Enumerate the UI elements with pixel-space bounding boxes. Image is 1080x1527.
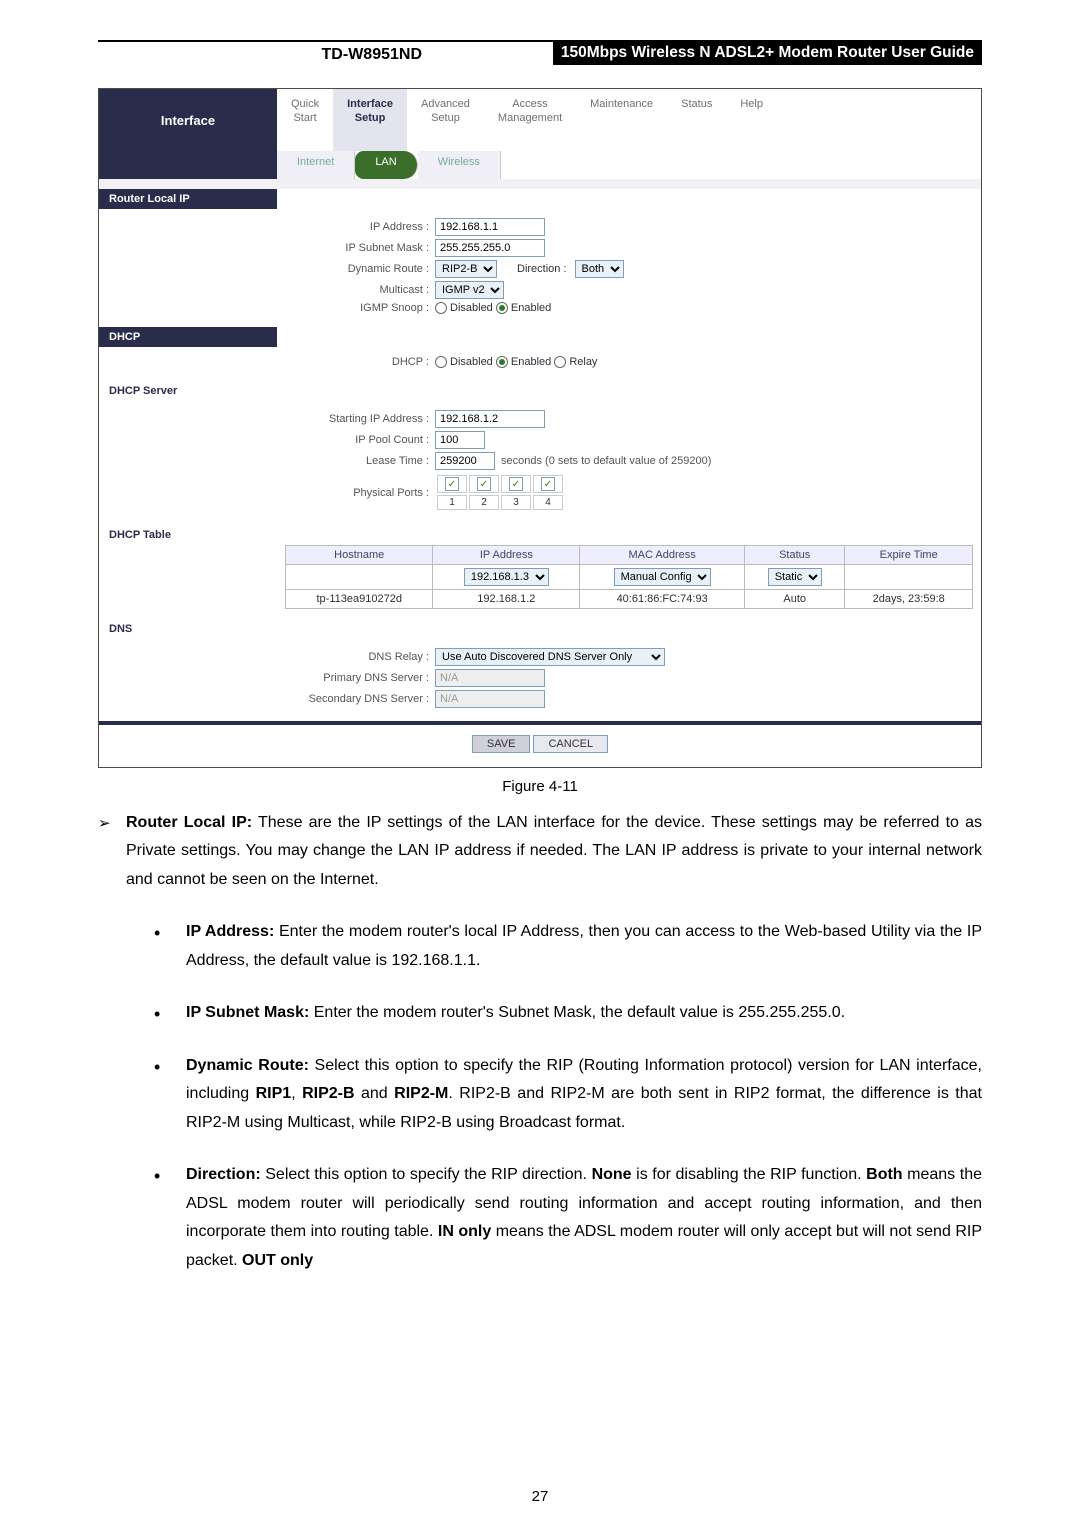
label-lease-time: Lease Time : [285, 455, 435, 467]
igmp-disabled-radio[interactable] [435, 302, 447, 314]
ip-address-input[interactable] [435, 218, 545, 236]
arrow-bullet-icon: ➢ [98, 809, 126, 904]
port4-checkbox[interactable]: ✓ [541, 477, 555, 491]
port2-checkbox[interactable]: ✓ [477, 477, 491, 491]
label-dynamic-route: Dynamic Route : [285, 263, 435, 275]
page-header-rule: TD-W8951ND 150Mbps Wireless N ADSL2+ Mod… [98, 40, 982, 42]
doc-title: 150Mbps Wireless N ADSL2+ Modem Router U… [553, 41, 982, 65]
label-physical-ports: Physical Ports : [285, 487, 435, 499]
label-secondary-dns: Secondary DNS Server : [285, 693, 435, 705]
tab-quick-start[interactable]: QuickStart [277, 89, 333, 151]
tab-help[interactable]: Help [726, 89, 777, 151]
dhcp-table: Hostname IP Address MAC Address Status E… [285, 545, 973, 609]
page-number: 27 [0, 1488, 1080, 1505]
primary-dns-input [435, 669, 545, 687]
multicast-select[interactable]: IGMP v2 [435, 281, 504, 299]
label-dns-relay: DNS Relay : [285, 651, 435, 663]
label-pool-count: IP Pool Count : [285, 434, 435, 446]
save-button[interactable]: SAVE [472, 735, 531, 753]
section-router-local-ip: Router Local IP [99, 189, 277, 209]
bullet-icon: • [154, 999, 186, 1037]
model-label: TD-W8951ND [322, 46, 422, 64]
secondary-dns-input [435, 690, 545, 708]
section-dns: DNS [99, 619, 277, 639]
dns-relay-select[interactable]: Use Auto Discovered DNS Server Only [435, 648, 665, 666]
ip-address-paragraph: IP Address: Enter the modem router's loc… [186, 918, 982, 975]
tab-maintenance[interactable]: Maintenance [576, 89, 667, 151]
port1-checkbox[interactable]: ✓ [445, 477, 459, 491]
igmp-enabled-radio[interactable] [496, 302, 508, 314]
subtab-lan[interactable]: LAN [355, 151, 417, 179]
col-mac: MAC Address [580, 546, 745, 565]
router-local-ip-paragraph: Router Local IP: These are the IP settin… [126, 809, 982, 894]
direction-select[interactable]: Both [575, 260, 624, 278]
tab-interface-setup[interactable]: InterfaceSetup [333, 89, 407, 151]
label-primary-dns: Primary DNS Server : [285, 672, 435, 684]
subnet-paragraph: IP Subnet Mask: Enter the modem router's… [186, 999, 845, 1027]
section-dhcp-table: DHCP Table [99, 525, 277, 545]
table-row: 192.168.1.3 Manual Config Static [286, 565, 973, 590]
start-ip-input[interactable] [435, 410, 545, 428]
subtab-internet[interactable]: Internet [277, 151, 355, 179]
bullet-icon: • [154, 918, 186, 985]
subtab-wireless[interactable]: Wireless [418, 151, 501, 179]
subnet-input[interactable] [435, 239, 545, 257]
dhcp-status-select[interactable]: Static [768, 568, 822, 586]
dynamic-route-paragraph: Dynamic Route: Select this option to spe… [186, 1052, 982, 1137]
label-dhcp: DHCP : [285, 356, 435, 368]
dynamic-route-select[interactable]: RIP2-B [435, 260, 497, 278]
label-direction: Direction : [517, 263, 567, 275]
label-ip-address: IP Address : [285, 221, 435, 233]
dhcp-relay-radio[interactable] [554, 356, 566, 368]
label-subnet: IP Subnet Mask : [285, 242, 435, 254]
col-ip: IP Address [433, 546, 580, 565]
pool-count-input[interactable] [435, 431, 485, 449]
figure-caption: Figure 4-11 [98, 778, 982, 795]
bullet-icon: • [154, 1161, 186, 1285]
physical-ports-table: ✓ ✓ ✓ ✓ 1234 [435, 473, 565, 512]
port3-checkbox[interactable]: ✓ [509, 477, 523, 491]
label-igmp-snoop: IGMP Snoop : [285, 302, 435, 314]
dhcp-enabled-radio[interactable] [496, 356, 508, 368]
cancel-button[interactable]: CANCEL [533, 735, 608, 753]
table-row: tp-113ea910272d 192.168.1.2 40:61:86:FC:… [286, 590, 973, 609]
col-hostname: Hostname [286, 546, 433, 565]
direction-paragraph: Direction: Select this option to specify… [186, 1161, 982, 1275]
tab-advanced-setup[interactable]: AdvancedSetup [407, 89, 484, 151]
nav-section-title: Interface [99, 89, 277, 151]
router-ui-screenshot: Interface QuickStart InterfaceSetup Adva… [98, 88, 982, 768]
tab-access-management[interactable]: AccessManagement [484, 89, 576, 151]
dhcp-disabled-radio[interactable] [435, 356, 447, 368]
col-status: Status [745, 546, 845, 565]
dhcp-mac-select[interactable]: Manual Config [614, 568, 711, 586]
tab-status[interactable]: Status [667, 89, 726, 151]
section-dhcp-server: DHCP Server [99, 381, 277, 401]
section-dhcp: DHCP [99, 327, 277, 347]
label-start-ip: Starting IP Address : [285, 413, 435, 425]
dhcp-ip-select[interactable]: 192.168.1.3 [464, 568, 549, 586]
bullet-icon: • [154, 1052, 186, 1147]
col-expire: Expire Time [845, 546, 973, 565]
lease-time-input[interactable] [435, 452, 495, 470]
label-multicast: Multicast : [285, 284, 435, 296]
